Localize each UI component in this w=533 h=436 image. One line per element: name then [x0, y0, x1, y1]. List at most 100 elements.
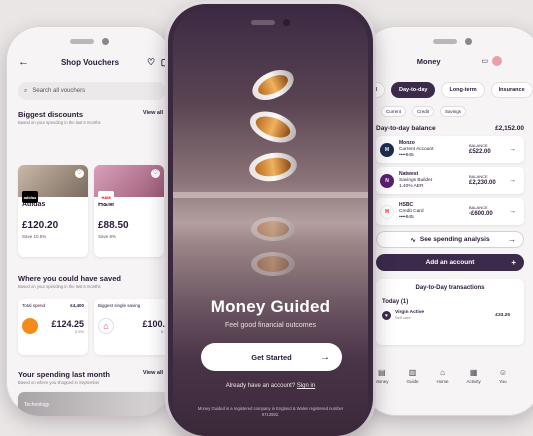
account-number: ••••945 — [399, 153, 414, 159]
page-title: Shop Vouchers — [60, 57, 120, 67]
account-balance: £2,230.00 — [469, 180, 496, 187]
card-title: Day-to-Day transactions — [415, 285, 485, 291]
arrow-right-icon[interactable]: → — [509, 177, 516, 184]
header: ← Shop Vouchers ♡ ▢ — [18, 52, 172, 72]
card-save: Save 8% — [98, 234, 117, 239]
category: Self care — [395, 315, 411, 320]
balance-row: Day-to-day balance £2,152.00 — [376, 125, 524, 132]
saving-card-biggest[interactable]: Biggest single saving ⌂ £100.0 5.1% — [94, 299, 172, 355]
technology-card[interactable]: Technology — [18, 392, 168, 416]
saving-pct: 5.1% — [160, 328, 170, 334]
chip-credit[interactable]: Credit — [412, 106, 435, 117]
nav-label: You — [499, 379, 507, 384]
section-title: Where you could have saved — [18, 274, 121, 283]
natwest-logo-icon: N — [380, 173, 394, 188]
category-label: Technology — [24, 402, 50, 408]
nav-you[interactable]: ☺ You — [499, 368, 507, 390]
card-save: Save 10.5% — [22, 234, 47, 239]
search-input[interactable]: ⌕ Search all vouchers — [18, 82, 166, 100]
airbnb-logo-icon: ⌂ — [98, 318, 114, 334]
activity-icon: ▦ — [469, 368, 478, 377]
tab-day-to-day[interactable]: Day-to-day — [391, 82, 436, 98]
section-subtitle: Based on where you shopped in September — [18, 380, 100, 385]
account-hsbc[interactable]: H HSBC Credit Card ••••945 BALANCE -£600… — [376, 198, 524, 225]
saving-amount: £124.25 — [51, 318, 84, 329]
balance-label: BALANCE — [469, 173, 488, 179]
sign-in-link[interactable]: Sign in — [297, 383, 315, 389]
wallet-icon: ▤ — [377, 368, 386, 377]
arrow-right-icon: → — [320, 351, 330, 363]
account-natwest[interactable]: N Natwest Savings Builder 1.40% AER BALA… — [376, 167, 524, 194]
legal-text: Money Guided is a registered company in … — [197, 406, 344, 418]
sign-in-prompt: Already have an account? Sign in — [173, 383, 368, 389]
monzo-logo-icon: M — [380, 142, 394, 157]
balance-label: Day-to-day balance — [376, 125, 436, 132]
account-type: Savings Builder — [399, 177, 433, 183]
voucher-card-hm[interactable]: ♡ H&M H&M £88.50 Save 8% — [94, 165, 164, 257]
ring-bottom — [249, 152, 297, 182]
left-phone: ← Shop Vouchers ♡ ▢ ⌕ Search all voucher… — [6, 26, 172, 416]
brand-name: Money Guided — [210, 297, 331, 316]
saving-card-total[interactable]: Total spend £4,400 £124.25 3.5% — [18, 299, 88, 355]
arrow-right-icon[interactable]: → — [509, 146, 516, 153]
avatar[interactable] — [492, 56, 502, 66]
favourite-icon[interactable]: ♡ — [75, 169, 84, 178]
add-account-button[interactable]: Add an account + — [376, 254, 524, 271]
favourite-icon[interactable]: ♡ — [151, 169, 160, 178]
nav-activity[interactable]: ▦ Activity — [467, 368, 481, 390]
plus-icon: + — [511, 258, 516, 267]
view-all-link[interactable]: View all — [143, 110, 163, 119]
voucher-card-adidas[interactable]: ♡ adidas Adidas £120.20 Save 10.5% — [18, 165, 88, 257]
nav-label: Home — [436, 379, 449, 384]
get-started-button[interactable]: Get Started → — [201, 343, 342, 371]
heart-icon[interactable]: ♡ — [144, 57, 158, 68]
phone-notch — [420, 34, 484, 48]
transaction-row[interactable]: ♥ Virgin Active Self care £33.25 — [382, 310, 518, 321]
section-subtitle: Based on your spending in the last 6 mon… — [18, 120, 101, 125]
biggest-discounts-section: Biggest discounts View all Based on your… — [18, 110, 172, 125]
last-month-section: Your spending last month View all Based … — [18, 370, 163, 385]
card-amount: £88.50 — [98, 220, 129, 231]
nav-home[interactable]: ⌂ Home — [437, 368, 449, 390]
chip-current[interactable]: Current — [381, 106, 407, 117]
chip-savings[interactable]: Savings — [440, 106, 467, 117]
arrow-right-icon[interactable]: → — [509, 208, 516, 215]
login-prefix: Already have an account? — [225, 383, 296, 389]
nav-label: Guide — [406, 379, 419, 384]
balance-label: BALANCE — [469, 204, 488, 210]
account-bank: HSBC — [399, 201, 414, 208]
adidas-logo: adidas — [22, 191, 38, 203]
hero-rings-illustration — [173, 69, 368, 276]
nav-money[interactable]: ▤ Money — [375, 368, 389, 390]
center-phone: Money Guided Feel good financial outcome… — [168, 4, 373, 436]
card-icon[interactable]: ▭ — [481, 57, 488, 65]
account-type: Current Account — [399, 146, 434, 152]
account-bank: Natwest — [399, 170, 419, 177]
filter-chips: All Current Credit Savings — [362, 106, 533, 117]
bottom-nav: ▤ Money ▥ Guide ⌂ Home ▦ Activity ☺ You — [366, 368, 516, 390]
account-rate: 1.40% AER — [399, 184, 424, 190]
back-arrow-icon[interactable]: ← — [18, 56, 36, 68]
account-monzo[interactable]: M Monzo Current Account ••••945 BALANCE … — [376, 136, 524, 163]
today-heading: Today (1) — [382, 299, 409, 305]
phone-notch — [57, 34, 121, 48]
nav-label: Activity — [466, 379, 481, 384]
hm-image: ♡ H&M — [94, 165, 164, 203]
see-spending-analysis-button[interactable]: ∿ See spending analysis → — [376, 231, 524, 248]
tab-long-term[interactable]: Long-term — [441, 82, 485, 98]
page-title: Money — [416, 56, 441, 66]
tab-insurance[interactable]: Insurance — [490, 82, 533, 98]
user-icon: ☺ — [498, 368, 507, 377]
arrow-right-icon: → — [508, 235, 516, 244]
welcome-screen: Money Guided Feel good financial outcome… — [173, 9, 368, 436]
ring-top — [252, 69, 294, 101]
tagline: Feel good financial outcomes — [224, 322, 317, 329]
saving-pct: 3.5% — [74, 328, 84, 334]
search-placeholder: Search all vouchers — [32, 88, 86, 94]
section-title: Biggest discounts — [18, 110, 84, 119]
merchant-logo-icon — [22, 318, 38, 334]
balance-label: BALANCE — [469, 142, 488, 148]
view-all-link[interactable]: View all — [143, 370, 163, 379]
account-balance: -£600.00 — [469, 211, 493, 218]
nav-guide[interactable]: ▥ Guide — [407, 368, 419, 390]
